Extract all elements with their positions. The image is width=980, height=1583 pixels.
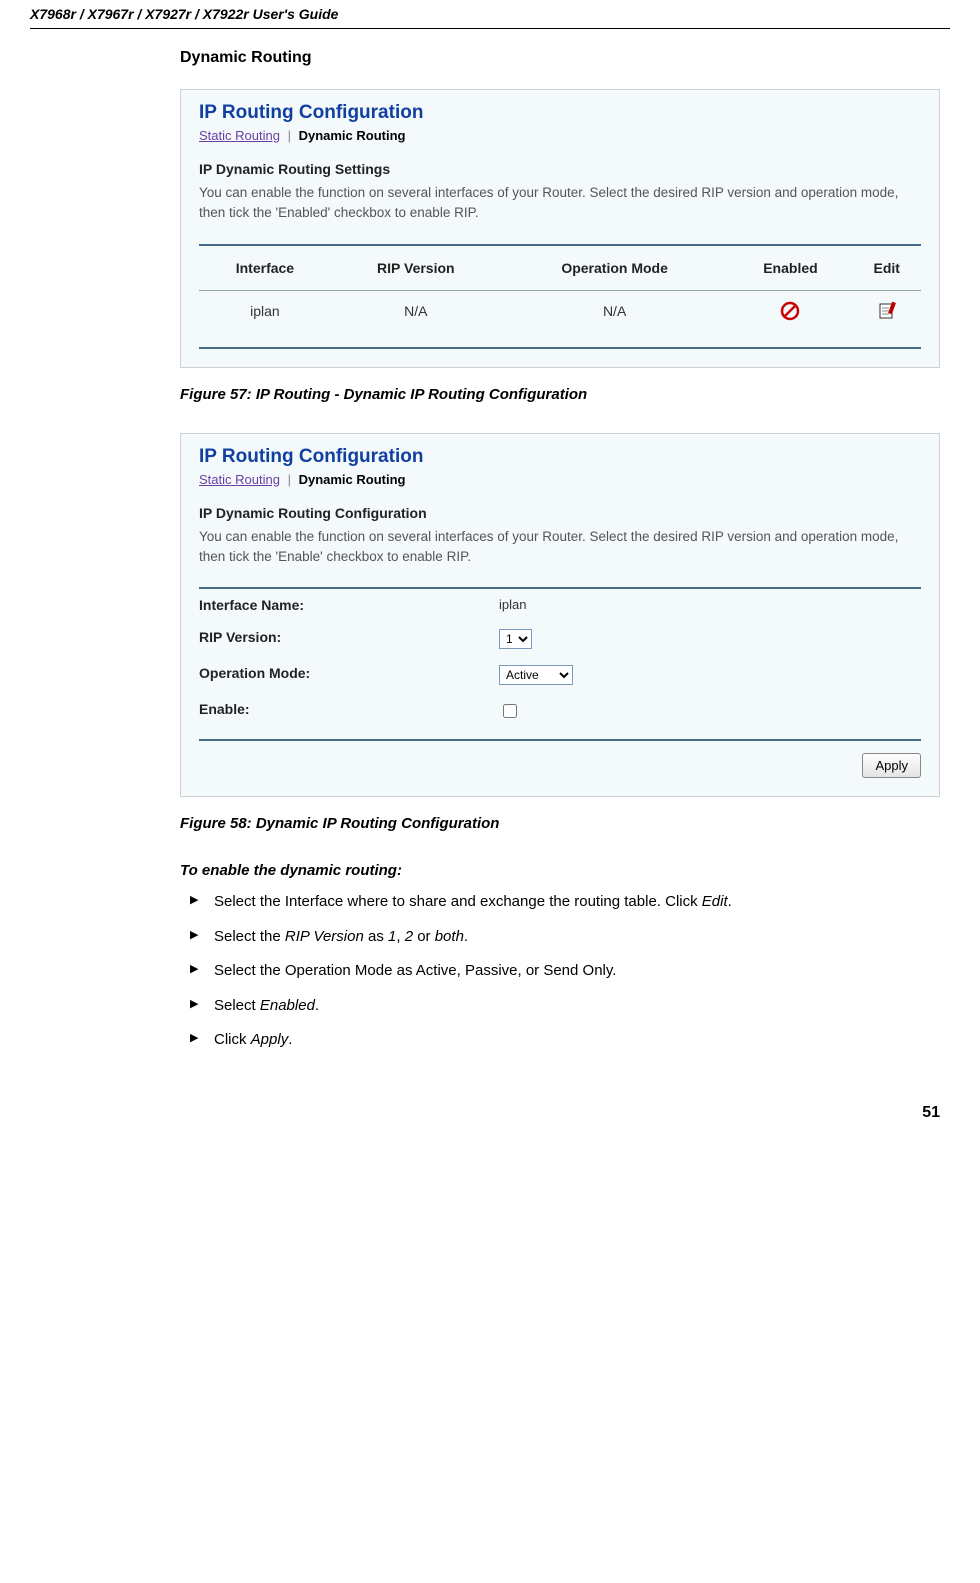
text-italic: both bbox=[435, 928, 464, 945]
table-header-row: Interface RIP Version Operation Mode Ena… bbox=[199, 246, 921, 290]
text-italic: RIP Version bbox=[285, 928, 364, 945]
label-interface-name: Interface Name: bbox=[199, 597, 499, 613]
label-enable: Enable: bbox=[199, 701, 499, 721]
tab-dynamic-routing[interactable]: Dynamic Routing bbox=[299, 472, 406, 487]
figure-caption-57: Figure 57: IP Routing - Dynamic IP Routi… bbox=[180, 386, 940, 403]
select-operation-mode[interactable]: Active bbox=[499, 665, 573, 685]
checkbox-enable[interactable] bbox=[503, 704, 517, 718]
cell-rip-version: N/A bbox=[331, 291, 501, 337]
description-text: You can enable the function on several i… bbox=[199, 527, 921, 568]
label-rip-version: RIP Version: bbox=[199, 629, 499, 649]
cell-enabled bbox=[728, 291, 852, 337]
col-operation-mode: Operation Mode bbox=[501, 246, 729, 290]
col-edit: Edit bbox=[853, 246, 921, 290]
text: Select the Operation Mode as Active, Pas… bbox=[214, 962, 616, 979]
text: as bbox=[364, 928, 388, 945]
panel-title: IP Routing Configuration bbox=[199, 446, 921, 468]
text: Select the Interface where to share and … bbox=[214, 893, 702, 910]
text: Click bbox=[214, 1031, 251, 1048]
text: . bbox=[288, 1031, 292, 1048]
tab-separator: | bbox=[288, 128, 291, 143]
instructions-heading: To enable the dynamic routing: bbox=[180, 862, 940, 879]
text: or bbox=[413, 928, 435, 945]
cell-interface: iplan bbox=[199, 291, 331, 337]
list-item: Select the Interface where to share and … bbox=[180, 891, 940, 914]
header-text: X7968r / X7967r / X7927r / X7922r User's… bbox=[30, 6, 338, 22]
text-italic: Edit bbox=[702, 893, 728, 910]
text: Select the bbox=[214, 928, 285, 945]
row-enable: Enable: bbox=[199, 693, 921, 729]
apply-button[interactable]: Apply bbox=[862, 753, 921, 778]
col-interface: Interface bbox=[199, 246, 331, 290]
section-title: Dynamic Routing bbox=[180, 49, 940, 67]
text-italic: 2 bbox=[405, 928, 413, 945]
list-item: Click Apply. bbox=[180, 1029, 940, 1052]
col-rip-version: RIP Version bbox=[331, 246, 501, 290]
row-interface-name: Interface Name: iplan bbox=[199, 589, 921, 621]
cell-edit bbox=[853, 291, 921, 337]
select-rip-version[interactable]: 1 bbox=[499, 629, 532, 649]
page-header: X7968r / X7967r / X7927r / X7922r User's… bbox=[30, 0, 950, 29]
tab-bar: Static Routing | Dynamic Routing bbox=[199, 472, 921, 487]
row-operation-mode: Operation Mode: Active bbox=[199, 657, 921, 693]
tab-separator: | bbox=[288, 472, 291, 487]
disabled-icon bbox=[780, 301, 800, 317]
screenshot-routing-settings: IP Routing Configuration Static Routing … bbox=[180, 89, 940, 368]
text: . bbox=[315, 997, 319, 1014]
sub-heading: IP Dynamic Routing Settings bbox=[199, 161, 921, 177]
page-number: 51 bbox=[30, 1064, 950, 1122]
text: Select bbox=[214, 997, 260, 1014]
label-operation-mode: Operation Mode: bbox=[199, 665, 499, 685]
panel-title: IP Routing Configuration bbox=[199, 102, 921, 124]
col-enabled: Enabled bbox=[728, 246, 852, 290]
text: . bbox=[728, 893, 732, 910]
row-rip-version: RIP Version: 1 bbox=[199, 621, 921, 657]
edit-icon[interactable] bbox=[877, 301, 897, 317]
divider bbox=[199, 347, 921, 349]
figure-caption-58: Figure 58: Dynamic IP Routing Configurat… bbox=[180, 815, 940, 832]
cell-operation-mode: N/A bbox=[501, 291, 729, 337]
tab-bar: Static Routing | Dynamic Routing bbox=[199, 128, 921, 143]
value-interface-name: iplan bbox=[499, 597, 921, 613]
tab-static-routing[interactable]: Static Routing bbox=[199, 128, 280, 143]
list-item: Select the RIP Version as 1, 2 or both. bbox=[180, 926, 940, 949]
text: , bbox=[396, 928, 404, 945]
table-row: iplan N/A N/A bbox=[199, 291, 921, 337]
sub-heading: IP Dynamic Routing Configuration bbox=[199, 505, 921, 521]
tab-dynamic-routing[interactable]: Dynamic Routing bbox=[299, 128, 406, 143]
text-italic: Enabled bbox=[260, 997, 315, 1014]
description-text: You can enable the function on several i… bbox=[199, 183, 921, 224]
list-item: Select Enabled. bbox=[180, 995, 940, 1018]
tab-static-routing[interactable]: Static Routing bbox=[199, 472, 280, 487]
routing-table: Interface RIP Version Operation Mode Ena… bbox=[199, 246, 921, 337]
text-italic: Apply bbox=[251, 1031, 289, 1048]
text: . bbox=[464, 928, 468, 945]
screenshot-routing-config: IP Routing Configuration Static Routing … bbox=[180, 433, 940, 798]
instructions-list: Select the Interface where to share and … bbox=[180, 891, 940, 1052]
list-item: Select the Operation Mode as Active, Pas… bbox=[180, 960, 940, 983]
